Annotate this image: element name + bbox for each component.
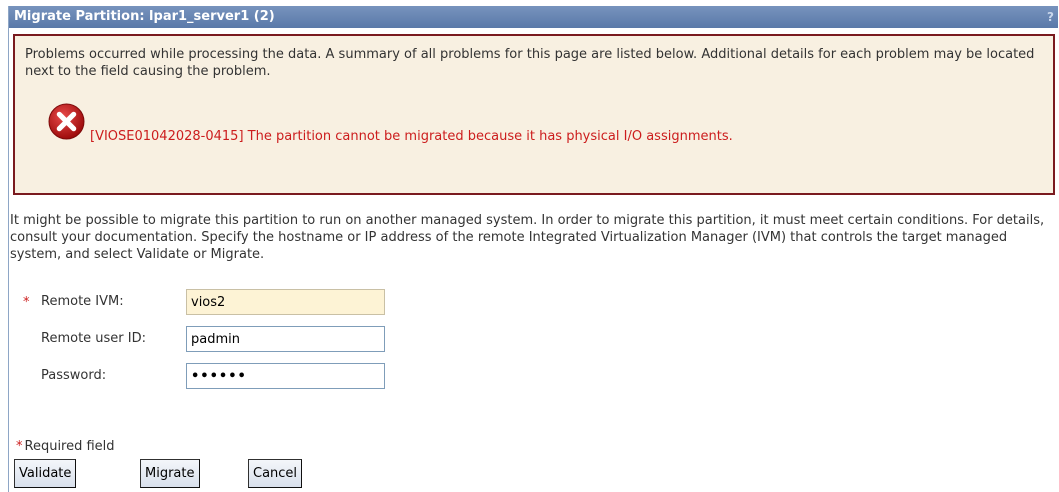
password-input[interactable] [186,363,385,389]
migrate-button[interactable]: Migrate [140,459,200,488]
required-field-text: Required field [24,439,115,454]
error-message-box: Problems occurred while processing the d… [13,34,1055,195]
remote-ivm-label: Remote IVM: [41,294,124,309]
remote-user-id-label: Remote user ID: [41,331,147,346]
password-label: Password: [41,368,107,383]
error-summary-text: Problems occurred while processing the d… [25,47,1035,79]
validate-button[interactable]: Validate [14,459,77,488]
migrate-partition-dialog: Migrate Partition: lpar1_server1 (2) ? P… [8,6,1058,492]
error-x-icon [48,103,85,140]
remote-user-id-input[interactable] [186,326,385,352]
required-marker: * [23,295,30,310]
required-field-note: * Required field [16,439,115,454]
dialog-title: Migrate Partition: lpar1_server1 (2) [14,9,275,24]
remote-ivm-input[interactable] [186,289,385,315]
cancel-button[interactable]: Cancel [248,459,303,488]
instructions-text: It might be possible to migrate this par… [10,213,1045,262]
remote-user-id-row: Remote user ID: [9,326,509,354]
password-row: Password: [9,363,509,391]
help-icon[interactable]: ? [1047,6,1054,28]
dialog-title-bar: Migrate Partition: lpar1_server1 (2) ? [9,6,1058,28]
error-message-text: [VIOSE01042028-0415] The partition canno… [90,129,733,144]
remote-ivm-row: * Remote IVM: [9,289,509,317]
required-marker: * [16,439,23,454]
